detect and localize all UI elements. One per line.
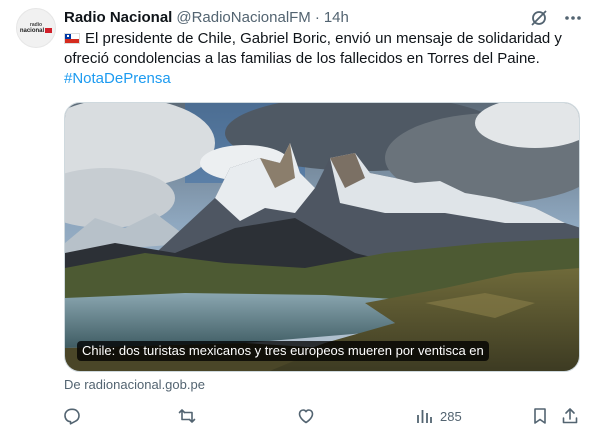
- author-name[interactable]: Radio Nacional: [64, 9, 172, 26]
- tweet-text: El presidente de Chile, Gabriel Boric, e…: [64, 29, 584, 89]
- tweet-header: Radio Nacional @RadioNacionalFM · 14h: [64, 6, 349, 28]
- more-icon[interactable]: [563, 8, 583, 28]
- card-image: [65, 103, 579, 371]
- share-button[interactable]: [560, 406, 580, 426]
- share-icon: [562, 408, 578, 424]
- card-source[interactable]: De radionacional.gob.pe: [64, 377, 205, 392]
- avatar-logo: nacional: [19, 27, 53, 34]
- hashtag-link[interactable]: #NotaDePrensa: [64, 70, 171, 87]
- author-handle[interactable]: @RadioNacionalFM: [176, 9, 310, 26]
- views-count: 285: [440, 408, 462, 424]
- retweet-button[interactable]: [177, 406, 197, 426]
- tweet-time[interactable]: 14h: [324, 9, 349, 26]
- avatar[interactable]: radio nacional: [16, 8, 56, 48]
- grok-icon[interactable]: [529, 8, 549, 28]
- avatar-text-main: nacional: [19, 27, 45, 34]
- views-icon: [417, 410, 432, 423]
- tweet-actions: 285: [62, 403, 582, 429]
- like-icon: [298, 409, 314, 424]
- reply-button[interactable]: [62, 406, 82, 426]
- card-caption: Chile: dos turistas mexicanos y tres eur…: [77, 341, 489, 361]
- separator-dot: ·: [314, 8, 320, 26]
- chile-flag-icon: [64, 33, 80, 44]
- bookmark-icon: [534, 408, 546, 424]
- retweet-icon: [178, 409, 196, 423]
- header-actions: [529, 8, 583, 28]
- like-button[interactable]: [296, 406, 316, 426]
- views-button[interactable]: 285: [414, 406, 462, 426]
- avatar-red-mark: [45, 28, 53, 33]
- tweet-body: El presidente de Chile, Gabriel Boric, e…: [64, 30, 562, 67]
- reply-icon: [64, 408, 80, 425]
- bookmark-button[interactable]: [530, 406, 550, 426]
- link-card[interactable]: Chile: dos turistas mexicanos y tres eur…: [64, 102, 580, 372]
